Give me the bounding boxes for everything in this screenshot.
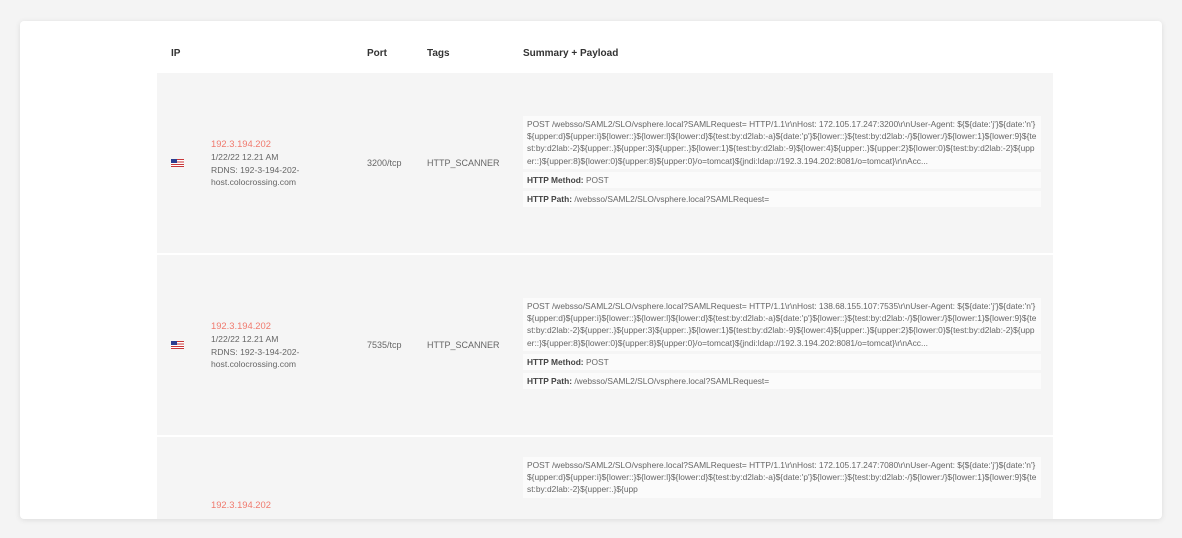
tag-cell: HTTP_SCANNER xyxy=(427,158,500,168)
http-path-value: /websso/SAML2/SLO/vsphere.local?SAMLRequ… xyxy=(574,193,770,204)
tag-cell: HTTP_SCANNER xyxy=(427,340,500,350)
http-method: HTTP Method: POST xyxy=(523,353,1041,370)
http-method-value: POST xyxy=(585,356,609,367)
timestamp: 1/22/22 12.21 AM xyxy=(211,334,279,345)
http-path-value: /websso/SAML2/SLO/vsphere.local?SAMLRequ… xyxy=(574,375,770,386)
results-card: IP Port Tags Summary + Payload 192.3.194… xyxy=(20,21,1162,519)
table-row[interactable]: 192.3.194.202 1/22/22 12.21 AM RDNS: 192… xyxy=(157,253,1053,435)
results-table: IP Port Tags Summary + Payload 192.3.194… xyxy=(157,35,1053,519)
summary-cell: POST /websso/SAML2/SLO/vsphere.local?SAM… xyxy=(523,297,1053,392)
summary-cell: POST /websso/SAML2/SLO/vsphere.local?SAM… xyxy=(523,437,1053,501)
ip-cell: 192.3.194.202 xyxy=(211,437,367,512)
header-ip: IP xyxy=(171,47,181,59)
ip-link[interactable]: 192.3.194.202 xyxy=(211,320,367,332)
table-row[interactable]: 192.3.194.202 1/22/22 12.21 AM RDNS: 192… xyxy=(157,71,1053,253)
header-port: Port xyxy=(367,47,387,59)
payload-text: POST /websso/SAML2/SLO/vsphere.local?SAM… xyxy=(523,457,1041,498)
http-method-label: HTTP Method: xyxy=(527,174,584,185)
port-cell xyxy=(367,437,427,499)
ip-cell: 192.3.194.202 1/22/22 12.21 AM RDNS: 192… xyxy=(211,320,367,371)
ip-cell: 192.3.194.202 1/22/22 12.21 AM RDNS: 192… xyxy=(211,138,367,189)
summary-cell: POST /websso/SAML2/SLO/vsphere.local?SAM… xyxy=(523,115,1053,210)
http-method: HTTP Method: POST xyxy=(523,171,1041,188)
tag-cell xyxy=(427,437,523,499)
payload-text: POST /websso/SAML2/SLO/vsphere.local?SAM… xyxy=(523,297,1041,351)
port-cell: 3200/tcp xyxy=(367,158,402,168)
rdns-line-1: RDNS: 192-3-194-202- xyxy=(211,164,300,175)
http-path-label: HTTP Path: xyxy=(527,193,572,204)
rdns-line-1: RDNS: 192-3-194-202- xyxy=(211,346,300,357)
ip-link[interactable]: 192.3.194.202 xyxy=(211,138,367,150)
http-path-label: HTTP Path: xyxy=(527,375,572,386)
timestamp: 1/22/22 12.21 AM xyxy=(211,152,279,163)
http-path: HTTP Path: /websso/SAML2/SLO/vsphere.loc… xyxy=(523,190,1041,208)
us-flag-icon xyxy=(171,158,184,167)
rdns-line-2: host.colocrossing.com xyxy=(211,176,297,187)
payload-text: POST /websso/SAML2/SLO/vsphere.local?SAM… xyxy=(523,115,1041,169)
rdns-line-2: host.colocrossing.com xyxy=(211,358,297,369)
table-header: IP Port Tags Summary + Payload xyxy=(157,35,1053,71)
us-flag-icon xyxy=(171,340,184,349)
table-row[interactable]: 192.3.194.202 POST /websso/SAML2/SLO/vsp… xyxy=(157,435,1053,519)
header-summary: Summary + Payload xyxy=(523,47,619,59)
ip-link[interactable]: 192.3.194.202 xyxy=(211,499,367,511)
http-path: HTTP Path: /websso/SAML2/SLO/vsphere.loc… xyxy=(523,372,1041,390)
header-tags: Tags xyxy=(427,47,450,59)
http-method-value: POST xyxy=(585,174,609,185)
port-cell: 7535/tcp xyxy=(367,340,402,350)
http-method-label: HTTP Method: xyxy=(527,356,584,367)
